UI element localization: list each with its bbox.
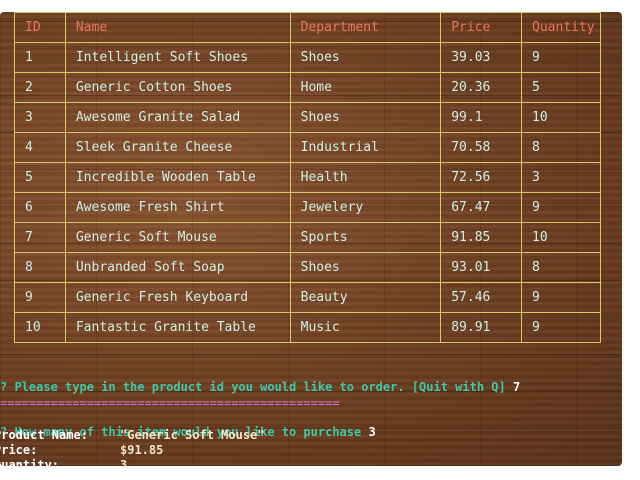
cell-quantity: 9	[521, 192, 601, 223]
cell-quantity: 10	[521, 102, 601, 133]
cell-department: Music	[289, 312, 442, 343]
cell-quantity: 8	[521, 252, 601, 283]
header-name: Name	[64, 12, 291, 43]
cell-id: 8	[14, 252, 66, 283]
cell-price: 93.01	[440, 252, 523, 283]
cell-name: Incredible Wooden Table	[64, 162, 291, 193]
cell-id: 2	[14, 72, 66, 103]
cell-id: 6	[14, 192, 66, 223]
table-row: 7 Generic Soft Mouse Sports 91.85 10	[14, 222, 601, 253]
header-id: ID	[14, 12, 66, 43]
cell-department: Health	[289, 162, 442, 193]
table-row: 5 Incredible Wooden Table Health 72.56 3	[14, 162, 601, 193]
table-header-row: ID Name Department Price Quantity	[14, 12, 601, 43]
cell-quantity: 9	[521, 282, 601, 313]
cell-name: Sleek Granite Cheese	[64, 132, 291, 163]
quantity-value: 3	[120, 458, 128, 466]
cell-id: 4	[14, 132, 66, 163]
table-row: 3 Awesome Granite Salad Shoes 99.1 10	[14, 102, 601, 133]
terminal-window: ID Name Department Price Quantity 1 Inte…	[0, 12, 622, 466]
console-divider: ========================================…	[0, 396, 340, 410]
cell-id: 7	[14, 222, 66, 253]
cell-name: Generic Soft Mouse	[64, 222, 291, 253]
summary-quantity-row: Quantity: 3	[0, 458, 265, 466]
cell-price: 20.36	[440, 72, 523, 103]
order-id-prompt: ? Please type in the product id you woul…	[0, 380, 506, 394]
cell-id: 5	[14, 162, 66, 193]
table-row: 6 Awesome Fresh Shirt Jewelery 67.47 9	[14, 192, 601, 223]
order-id-answer[interactable]: 7	[513, 380, 520, 394]
cell-department: Jewelery	[289, 192, 442, 223]
cell-quantity: 9	[521, 42, 601, 73]
quantity-answer[interactable]: 3	[368, 425, 375, 439]
cell-quantity: 3	[521, 162, 601, 193]
cell-name: Intelligent Soft Shoes	[64, 42, 291, 73]
cell-id: 3	[14, 102, 66, 133]
cell-price: 89.91	[440, 312, 523, 343]
cell-price: 57.46	[440, 282, 523, 313]
products-table: ID Name Department Price Quantity 1 Inte…	[14, 12, 601, 343]
cell-department: Shoes	[289, 252, 442, 283]
cell-department: Shoes	[289, 102, 442, 133]
cell-id: 1	[14, 42, 66, 73]
product-name-value: "Generic Soft Mouse"	[120, 428, 265, 442]
cell-name: Generic Cotton Shoes	[64, 72, 291, 103]
cell-price: 70.58	[440, 132, 523, 163]
table-row: 10 Fantastic Granite Table Music 89.91 9	[14, 312, 601, 343]
header-department: Department	[289, 12, 442, 43]
cell-quantity: 5	[521, 72, 601, 103]
cell-price: 99.1	[440, 102, 523, 133]
quantity-label: Quantity:	[0, 458, 60, 466]
cell-quantity: 10	[521, 222, 601, 253]
cell-department: Home	[289, 72, 442, 103]
cell-department: Industrial	[289, 132, 442, 163]
product-name-label: Product Name:	[0, 428, 88, 442]
cell-department: Beauty	[289, 282, 442, 313]
cell-id: 9	[14, 282, 66, 313]
table-row: 2 Generic Cotton Shoes Home 20.36 5	[14, 72, 601, 103]
summary-price-row: Price: $91.85	[0, 443, 265, 458]
cell-department: Sports	[289, 222, 442, 253]
header-price: Price	[440, 12, 523, 43]
cell-department: Shoes	[289, 42, 442, 73]
table-row: 8 Unbranded Soft Soap Shoes 93.01 8	[14, 252, 601, 283]
order-id-line: ? Please type in the product id you woul…	[0, 380, 622, 395]
cell-price: 67.47	[440, 192, 523, 223]
table-row: 1 Intelligent Soft Shoes Shoes 39.03 9	[14, 42, 601, 73]
header-quantity: Quantity	[521, 12, 601, 43]
price-value: $91.85	[120, 443, 164, 457]
cell-price: 91.85	[440, 222, 523, 253]
cell-price: 72.56	[440, 162, 523, 193]
cell-name: Awesome Granite Salad	[64, 102, 291, 133]
cell-id: 10	[14, 312, 66, 343]
cell-name: Generic Fresh Keyboard	[64, 282, 291, 313]
cell-name: Unbranded Soft Soap	[64, 252, 291, 283]
order-summary: Product Name: "Generic Soft Mouse" Price:…	[0, 428, 265, 466]
cell-name: Awesome Fresh Shirt	[64, 192, 291, 223]
cell-name: Fantastic Granite Table	[64, 312, 291, 343]
cell-quantity: 9	[521, 312, 601, 343]
summary-name-row: Product Name: "Generic Soft Mouse"	[0, 428, 265, 443]
table-row: 4 Sleek Granite Cheese Industrial 70.58 …	[14, 132, 601, 163]
cell-price: 39.03	[440, 42, 523, 73]
cell-quantity: 8	[521, 132, 601, 163]
price-label: Price:	[0, 443, 38, 457]
table-row: 9 Generic Fresh Keyboard Beauty 57.46 9	[14, 282, 601, 313]
